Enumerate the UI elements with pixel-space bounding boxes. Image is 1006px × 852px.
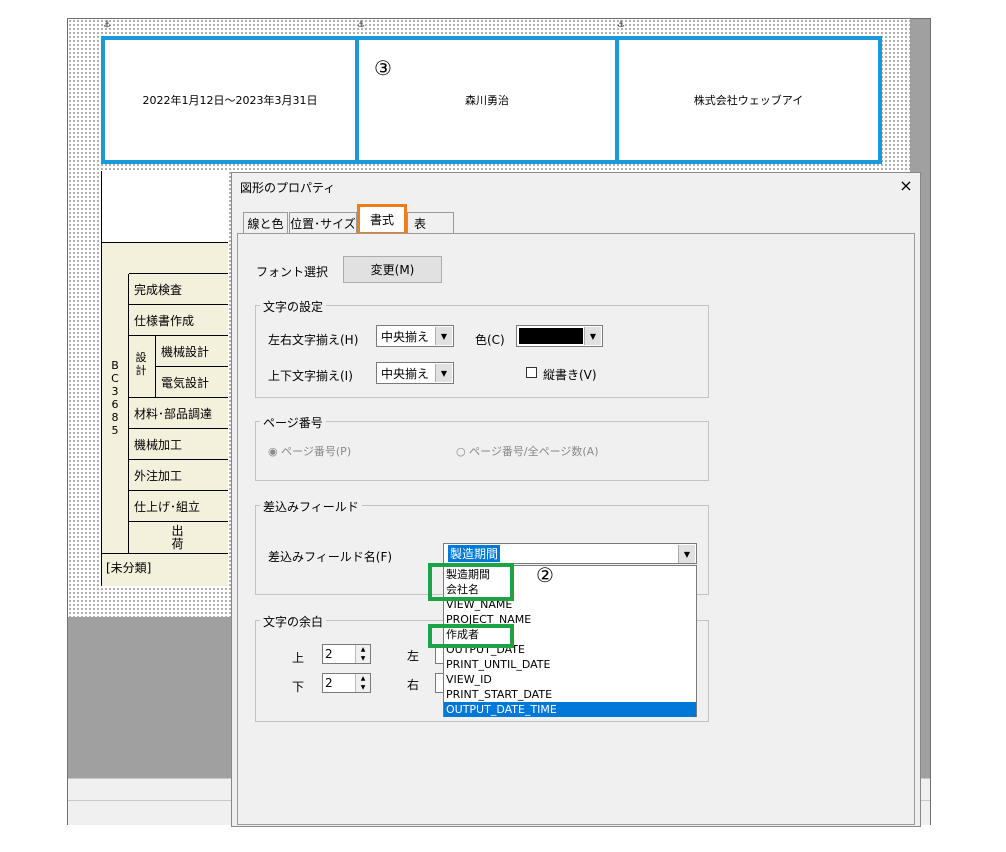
page-number-radio[interactable]: ◉ ページ番号(P)	[268, 443, 351, 459]
dropdown-option-selected[interactable]: OUTPUT_DATE_TIME	[444, 702, 696, 717]
color-swatch	[519, 328, 583, 344]
spin-up-icon[interactable]: ▲	[355, 645, 370, 654]
dropdown-option[interactable]: PRINT_START_DATE	[444, 687, 696, 702]
header-field-company[interactable]: 株式会社ウェッブアイ	[615, 36, 882, 164]
spin-down-icon[interactable]: ▼	[355, 683, 370, 692]
chevron-down-icon[interactable]: ▼	[435, 364, 452, 382]
table-row[interactable]: 仕様書作成	[129, 304, 228, 335]
dropdown-option[interactable]: PRINT_UNTIL_DATE	[444, 657, 696, 672]
header-field-text: 森川勇治	[465, 94, 509, 107]
margin-top-label: 上	[292, 651, 305, 665]
dialog-title: 図形のプロパティ	[240, 181, 336, 195]
margin-right-label: 右	[407, 678, 420, 692]
vertical-writing-checkbox[interactable]	[526, 367, 537, 378]
chevron-down-icon[interactable]: ▼	[678, 545, 695, 563]
margin-bottom-spinner[interactable]: 2 ▲ ▼	[322, 673, 371, 693]
margin-top-spinner[interactable]: 2 ▲ ▼	[322, 644, 371, 664]
h-align-select[interactable]: 中央揃え ▼	[376, 325, 454, 347]
tab-table[interactable]: 表	[407, 212, 454, 234]
margin-bottom-label: 下	[292, 680, 305, 694]
annotation-marker-2: ②	[536, 563, 554, 587]
page-total-option-label: ページ番号/全ページ数(A)	[469, 445, 599, 458]
dropdown-option[interactable]: VIEW_ID	[444, 672, 696, 687]
v-align-label: 上下文字揃え(I)	[268, 369, 353, 383]
table-row[interactable]: 外注加工	[129, 459, 228, 490]
tab-position-size[interactable]: 位置･サイズ	[289, 212, 357, 234]
margin-left-label: 左	[407, 649, 420, 663]
v-align-value: 中央揃え	[381, 366, 430, 381]
table-row[interactable]: 機械設計	[156, 335, 228, 366]
tab-format[interactable]: 書式	[357, 204, 407, 235]
design-text: 設計	[135, 351, 147, 377]
color-select[interactable]: ▼	[516, 325, 603, 347]
table-row[interactable]: 出荷	[129, 521, 228, 553]
anchor-icon: ⚓	[617, 20, 626, 30]
header-field-author[interactable]: 森川勇治	[355, 36, 619, 164]
schedule-table: BC3685 完成検査 仕様書作成 機械設計 電気設計 設計 材料･部品調達 機…	[101, 171, 228, 586]
table-row[interactable]: 材料･部品調達	[129, 397, 228, 428]
project-code-label: BC3685	[110, 359, 122, 437]
annotation-marker-3: ③	[374, 56, 392, 80]
header-field-period[interactable]: 2022年1月12日～2023年3月31日	[101, 36, 359, 164]
anchor-icon: ⚓	[103, 20, 112, 30]
highlight-box-author	[428, 624, 514, 648]
color-label: 色(C)	[475, 333, 505, 347]
h-align-label: 左右文字揃え(H)	[268, 333, 359, 347]
h-align-value: 中央揃え	[381, 329, 430, 344]
page-total-radio[interactable]: ○ ページ番号/全ページ数(A)	[456, 443, 598, 459]
text-settings-legend: 文字の設定	[260, 298, 327, 315]
merge-field-select[interactable]: 製造期間 ▼	[443, 543, 697, 564]
text-settings-group	[255, 305, 709, 398]
change-font-button[interactable]: 変更(M)	[343, 256, 442, 283]
spin-down-icon[interactable]: ▼	[355, 654, 370, 663]
header-field-text: 株式会社ウェッブアイ	[693, 94, 804, 107]
chevron-down-icon[interactable]: ▼	[584, 327, 601, 345]
design-label: 設計	[135, 351, 149, 377]
v-align-select[interactable]: 中央揃え ▼	[376, 362, 454, 384]
anchor-icon: ⚓	[357, 20, 366, 30]
header-field-text: 2022年1月12日～2023年3月31日	[142, 94, 318, 107]
table-row[interactable]: 電気設計	[156, 366, 228, 397]
unclassified-label: [未分類]	[106, 561, 152, 575]
text-margin-legend: 文字の余白	[260, 613, 327, 630]
page-number-legend: ページ番号	[260, 414, 326, 431]
font-select-label: フォント選択	[256, 265, 329, 279]
highlight-box-period-company	[428, 563, 514, 601]
vertical-writing-label: 縦書き(V)	[543, 368, 597, 382]
merge-field-selected-value: 製造期間	[448, 545, 501, 562]
chevron-down-icon[interactable]: ▼	[435, 327, 452, 345]
close-icon[interactable]: ×	[896, 176, 916, 195]
project-code-text: BC3685	[111, 359, 119, 437]
table-row[interactable]: 仕上げ･組立	[129, 490, 228, 521]
tab-line-color[interactable]: 線と色	[243, 212, 288, 234]
merge-field-legend: 差込みフィールド	[260, 498, 362, 515]
table-row[interactable]: 機械加工	[129, 428, 228, 459]
margin-bottom-value: 2	[325, 676, 333, 690]
margin-top-value: 2	[325, 647, 333, 661]
table-row[interactable]: 完成検査	[129, 273, 228, 304]
spin-up-icon[interactable]: ▲	[355, 674, 370, 683]
shipping-text: 出荷	[171, 523, 184, 551]
merge-field-name-label: 差込みフィールド名(F)	[268, 550, 393, 564]
page-number-option-label: ページ番号(P)	[281, 445, 352, 458]
